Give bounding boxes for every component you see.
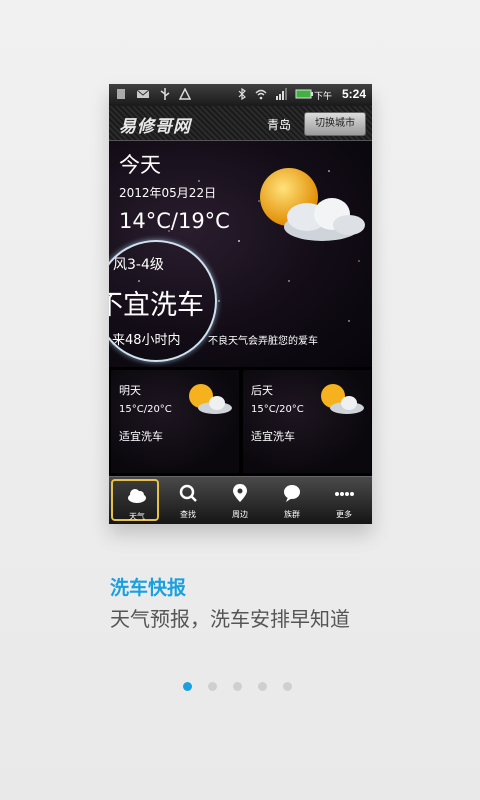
page-dot[interactable] (283, 682, 292, 691)
sun-cloud-icon (321, 384, 364, 414)
tab-label: 族群 (284, 510, 300, 519)
location-pin-icon (233, 484, 247, 502)
today-date: 2012年05月22日 (119, 186, 217, 200)
message-icon (137, 89, 149, 98)
sun-cloud-icon (189, 384, 232, 414)
current-city: 青岛 (267, 118, 292, 132)
page-dot[interactable] (208, 682, 217, 691)
promo-subline: 天气预报，洗车安排早知道 (110, 607, 350, 631)
forecast-day: 明天 (119, 384, 141, 397)
signal-icon (276, 88, 287, 100)
search-icon (179, 484, 197, 502)
forecast-temperature: 15°C/20°C (119, 404, 172, 415)
status-bar: 下午 5:24 (109, 84, 372, 106)
tab-label: 天气 (129, 512, 145, 521)
sun-cloud-icon (260, 168, 365, 241)
wifi-icon (255, 89, 267, 100)
forecast-card-day-after[interactable]: 后天 15°C/20°C 适宜洗车 (243, 370, 371, 473)
page-dot[interactable] (258, 682, 267, 691)
forecast-wash-advice: 适宜洗车 (119, 430, 163, 443)
promo-headline: 洗车快报 (110, 577, 187, 599)
page-dot[interactable] (183, 682, 192, 691)
weather-tip: 不良天气会弄脏您的爱车 (208, 336, 318, 347)
tab-more[interactable]: 更多 (320, 479, 368, 521)
forecast-day: 后天 (251, 384, 273, 397)
more-dots-icon (335, 492, 354, 496)
tab-nearby[interactable]: 周边 (216, 479, 264, 521)
today-weather-panel: 今天 2012年05月22日 14°C/19°C 风3-4级 不宜洗车 来48小… (109, 141, 372, 367)
sd-card-icon (117, 89, 125, 99)
time-period: 下午 (313, 92, 332, 102)
tab-label: 周边 (232, 510, 248, 519)
battery-charging-icon (295, 89, 313, 99)
tab-community[interactable]: 族群 (268, 479, 316, 521)
switch-city-button[interactable]: 切换城市 (304, 112, 366, 136)
status-time: 5:24 (341, 87, 366, 101)
chat-bubble-icon (284, 485, 300, 502)
bottom-tab-bar: 天气 查找 周边 族群 更多 (109, 476, 372, 524)
page-dot[interactable] (233, 682, 242, 691)
forecast-card-tomorrow[interactable]: 明天 15°C/20°C 适宜洗车 (111, 370, 239, 473)
bluetooth-off-icon (238, 88, 246, 100)
warning-icon (179, 88, 191, 100)
tab-search[interactable]: 查找 (164, 479, 212, 521)
today-temperature: 14°C/19°C (119, 209, 230, 233)
forecast-temperature: 15°C/20°C (251, 404, 304, 415)
tab-label: 查找 (180, 510, 196, 519)
today-label: 今天 (119, 153, 161, 177)
app-logo: 易修哥网 (119, 117, 191, 137)
usb-icon (160, 88, 170, 100)
forecast-wash-advice: 适宜洗车 (251, 430, 295, 443)
forecast-cards: 明天 15°C/20°C 适宜洗车 后天 15°C/20°C 适宜洗车 (109, 368, 372, 476)
title-bar: 易修哥网 青岛 切换城市 (109, 106, 372, 141)
phone-screenshot: 下午 5:24 易修哥网 青岛 切换城市 今天 2012年05月22日 14°C… (109, 84, 372, 524)
tab-weather[interactable]: 天气 (111, 479, 159, 521)
cloud-icon (128, 489, 146, 503)
tab-label: 更多 (336, 510, 352, 519)
